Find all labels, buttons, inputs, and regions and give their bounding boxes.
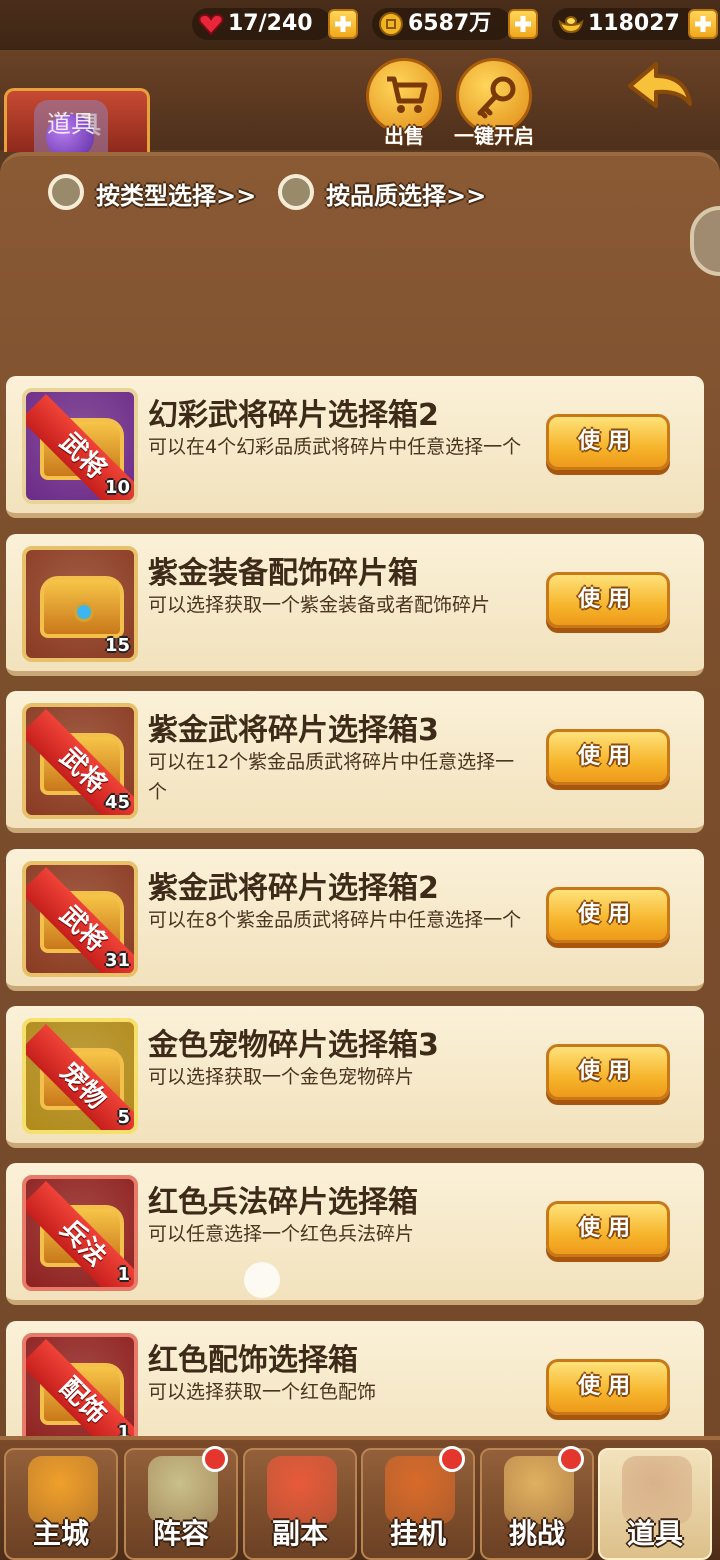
nav-dungeon[interactable]: 副本 [243, 1448, 357, 1560]
item-count: 15 [104, 635, 130, 656]
add-coins-button[interactable] [508, 9, 538, 39]
resource-stamina: 17/240 [192, 8, 332, 40]
add-ingots-button[interactable] [688, 9, 718, 39]
chest-icon[interactable]: 武将 10 [22, 388, 138, 504]
item-description: 可以在12个紫金品质武将碎片中任意选择一个 [148, 751, 515, 803]
notification-badge [439, 1446, 465, 1472]
open-all-button[interactable]: 一键开启 [452, 58, 536, 148]
resource-bar: 17/240 6587万 118027 [0, 0, 720, 50]
item-description: 可以任意选择一个红色兵法碎片 [148, 1223, 415, 1245]
chest-icon[interactable]: 宠物 5 [22, 1018, 138, 1134]
ingot-icon [558, 16, 584, 34]
use-button[interactable]: 使用 [546, 729, 670, 785]
chest-gem [74, 602, 94, 622]
nav-label: 挂机 [389, 1517, 446, 1550]
use-button[interactable]: 使用 [546, 414, 670, 470]
nav-idle[interactable]: 挂机 [361, 1446, 475, 1560]
item-count: 1 [117, 1264, 130, 1285]
nav-label: 挑战 [508, 1517, 565, 1550]
nav-city[interactable]: 主城 [4, 1448, 118, 1560]
open-all-label: 一键开启 [454, 124, 534, 148]
item-count: 45 [104, 792, 130, 813]
touch-indicator [244, 1262, 280, 1298]
item-count: 5 [117, 1107, 130, 1128]
item-card: 武将 31 紫金武将碎片选择箱2 可以在8个紫金品质武将碎片中任意选择一个 使用 [6, 849, 704, 991]
notification-badge [202, 1446, 228, 1472]
use-button[interactable]: 使用 [546, 887, 670, 943]
coin-icon [379, 12, 403, 36]
nav-challenge[interactable]: 挑战 [480, 1446, 594, 1560]
notification-badge [558, 1446, 584, 1472]
filter-type-radio[interactable] [48, 174, 84, 210]
item-card: 15 紫金装备配饰碎片箱 可以选择获取一个紫金装备或者配饰碎片 使用 [6, 534, 704, 676]
floating-assistant-label: 道具 [47, 110, 95, 138]
back-arrow-icon[interactable] [624, 60, 696, 122]
ingots-value: 118027 [588, 11, 680, 36]
resource-coins: 6587万 [372, 8, 512, 40]
filter-quality-radio[interactable] [278, 174, 314, 210]
item-description: 可以选择获取一个金色宠物碎片 [148, 1066, 415, 1088]
item-description: 可以选择获取一个红色配饰 [148, 1381, 377, 1403]
item-name: 金色宠物碎片选择箱3 [148, 1028, 439, 1063]
item-card: 宠物 5 金色宠物碎片选择箱3 可以选择获取一个金色宠物碎片 使用 [6, 1006, 704, 1148]
item-description: 可以在4个幻彩品质武将碎片中任意选择一个 [148, 436, 522, 458]
item-card: 武将 45 紫金武将碎片选择箱3 可以在12个紫金品质武将碎片中任意选择一个 使… [6, 691, 704, 833]
add-stamina-button[interactable] [328, 9, 358, 39]
item-name: 紫金武将碎片选择箱3 [148, 713, 439, 748]
nav-label: 副本 [271, 1517, 328, 1550]
chest-icon[interactable]: 武将 31 [22, 861, 138, 977]
use-button[interactable]: 使用 [546, 572, 670, 628]
resource-ingots: 118027 [552, 8, 702, 40]
item-name: 紫金装备配饰碎片箱 [148, 556, 418, 591]
nav-label: 阵容 [152, 1517, 209, 1550]
use-button[interactable]: 使用 [546, 1044, 670, 1100]
item-name: 红色兵法碎片选择箱 [148, 1185, 418, 1220]
item-description: 可以选择获取一个紫金装备或者配饰碎片 [148, 594, 491, 616]
chest-icon[interactable]: 配饰 1 [22, 1333, 138, 1449]
item-card: 武将 10 幻彩武将碎片选择箱2 可以在4个幻彩品质武将碎片中任意选择一个 使用 [6, 376, 704, 518]
chest-icon[interactable]: 武将 45 [22, 703, 138, 819]
item-card: 兵法 1 红色兵法碎片选择箱 可以任意选择一个红色兵法碎片 使用 [6, 1163, 704, 1305]
stamina-value: 17/240 [228, 11, 313, 36]
filter-quality-label: 按品质选择>> [326, 182, 487, 210]
item-name: 紫金武将碎片选择箱2 [148, 871, 439, 906]
nav-label: 主城 [32, 1517, 89, 1550]
chest-icon[interactable]: 15 [22, 546, 138, 662]
nav-bag[interactable]: 道具 [598, 1448, 712, 1560]
item-count: 10 [104, 477, 130, 498]
nav-label: 道具 [626, 1517, 683, 1550]
use-button[interactable]: 使用 [546, 1359, 670, 1415]
chest-icon[interactable]: 兵法 1 [22, 1175, 138, 1291]
bottom-nav: 主城 阵容 副本 挂机 挑战 道具 [0, 1436, 720, 1560]
item-count: 31 [104, 950, 130, 971]
heart-icon [198, 13, 224, 36]
item-description: 可以在8个紫金品质武将碎片中任意选择一个 [148, 909, 522, 931]
coins-value: 6587万 [408, 11, 492, 36]
filter-type-label: 按类型选择>> [96, 182, 257, 210]
use-button[interactable]: 使用 [546, 1201, 670, 1257]
item-name: 幻彩武将碎片选择箱2 [148, 398, 439, 433]
nav-lineup[interactable]: 阵容 [124, 1446, 238, 1560]
item-name: 红色配饰选择箱 [148, 1343, 358, 1378]
